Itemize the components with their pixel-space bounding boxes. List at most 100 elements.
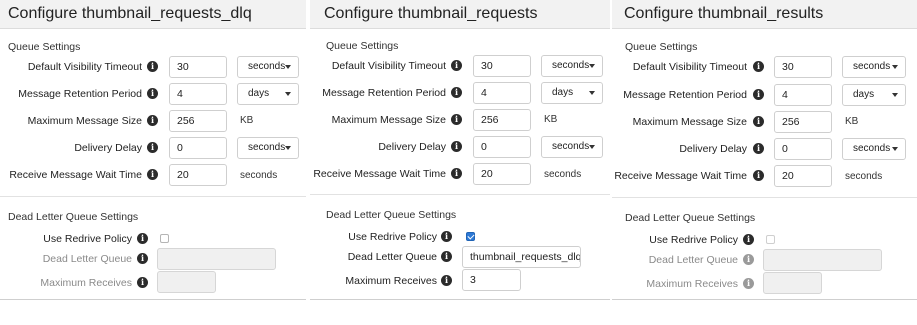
visibility-timeout-input[interactable]: 30 [774, 56, 832, 78]
select-value: seconds [853, 61, 891, 72]
info-icon[interactable]: i [743, 234, 754, 245]
visibility-timeout-unit-select[interactable]: seconds [237, 56, 299, 78]
retention-period-unit-select[interactable]: days [842, 84, 906, 106]
select-value: seconds [853, 143, 891, 154]
receive-wait-time-input[interactable]: 20 [169, 164, 227, 186]
info-icon[interactable]: i [451, 60, 462, 71]
use-redrive-policy-label: Use Redrive Policy [649, 234, 738, 246]
select-value: seconds [248, 142, 286, 153]
select-value: days [248, 88, 270, 99]
info-icon[interactable]: i [441, 251, 452, 262]
chevron-down-icon [589, 91, 595, 95]
queue-config-panel-3: Configure thumbnail_results Queue Settin… [612, 0, 917, 300]
visibility-timeout-unit-select[interactable]: seconds [541, 55, 603, 77]
info-icon[interactable]: i [147, 61, 158, 72]
info-icon[interactable]: i [441, 231, 452, 242]
queue-settings-heading: Queue Settings [625, 41, 698, 53]
panel-title-bar: Configure thumbnail_requests_dlq [0, 0, 306, 29]
info-icon[interactable]: i [147, 142, 158, 153]
info-icon[interactable]: i [753, 116, 764, 127]
panel-title: Configure thumbnail_requests_dlq [8, 5, 252, 22]
dead-letter-queue-input[interactable] [157, 248, 276, 270]
dead-letter-queue-label: Dead Letter Queue [347, 251, 437, 263]
info-icon[interactable]: i [743, 278, 754, 289]
queue-config-panel-1: Configure thumbnail_requests_dlq Queue S… [0, 0, 306, 300]
delivery-delay-unit-select[interactable]: seconds [541, 136, 603, 158]
max-message-size-label: Maximum Message Size [331, 114, 446, 126]
dlq-settings-heading: Dead Letter Queue Settings [625, 212, 756, 224]
delivery-delay-input[interactable]: 0 [774, 138, 832, 160]
info-icon[interactable]: i [753, 170, 764, 181]
info-icon[interactable]: i [147, 88, 158, 99]
receive-wait-time-input[interactable]: 20 [774, 165, 832, 187]
use-redrive-policy-checkbox[interactable] [466, 232, 475, 241]
select-value: seconds [552, 141, 590, 152]
max-message-size-unit: KB [845, 116, 859, 127]
max-message-size-unit: KB [544, 114, 558, 125]
visibility-timeout-unit-select[interactable]: seconds [842, 56, 906, 78]
delivery-delay-input[interactable]: 0 [169, 137, 227, 159]
info-icon[interactable]: i [147, 115, 158, 126]
retention-period-input[interactable]: 4 [774, 84, 832, 106]
visibility-timeout-input[interactable]: 30 [473, 55, 531, 77]
info-icon[interactable]: i [137, 277, 148, 288]
retention-period-input[interactable]: 4 [473, 82, 531, 104]
use-redrive-policy-label: Use Redrive Policy [348, 231, 437, 243]
info-icon[interactable]: i [147, 169, 158, 180]
info-icon[interactable]: i [451, 168, 462, 179]
info-icon[interactable]: i [441, 275, 452, 286]
dead-letter-queue-input[interactable] [763, 249, 882, 271]
max-receives-label: Maximum Receives [345, 275, 437, 287]
receive-wait-time-input[interactable]: 20 [473, 163, 531, 185]
select-value: seconds [248, 61, 286, 72]
dead-letter-queue-input[interactable]: thumbnail_requests_dlq [462, 246, 581, 268]
chevron-down-icon [285, 146, 291, 150]
dead-letter-queue-label: Dead Letter Queue [42, 253, 132, 265]
receive-wait-time-label: Receive Message Wait Time [614, 170, 747, 182]
delivery-delay-unit-select[interactable]: seconds [237, 137, 299, 159]
panel-title-bar: Configure thumbnail_results [612, 0, 917, 29]
info-icon[interactable]: i [753, 61, 764, 72]
info-icon[interactable]: i [451, 114, 462, 125]
retention-period-label: Message Retention Period [623, 89, 747, 101]
max-receives-input[interactable] [763, 272, 822, 294]
retention-period-unit-select[interactable]: days [541, 82, 603, 104]
panel-bottom-rule [310, 299, 610, 300]
info-icon[interactable]: i [753, 143, 764, 154]
receive-wait-time-label: Receive Message Wait Time [9, 169, 142, 181]
max-receives-input[interactable]: 3 [462, 269, 521, 291]
info-icon[interactable]: i [137, 233, 148, 244]
panel-bottom-rule [0, 299, 306, 300]
delivery-delay-label: Delivery Delay [74, 142, 142, 154]
receive-wait-time-label: Receive Message Wait Time [313, 168, 446, 180]
max-message-size-unit: KB [240, 115, 254, 126]
chevron-down-icon [589, 64, 595, 68]
max-message-size-label: Maximum Message Size [27, 115, 142, 127]
max-message-size-input[interactable]: 256 [169, 110, 227, 132]
panel-title-bar: Configure thumbnail_requests [310, 0, 610, 29]
visibility-timeout-input[interactable]: 30 [169, 56, 227, 78]
delivery-delay-unit-select[interactable]: seconds [842, 138, 906, 160]
use-redrive-policy-checkbox[interactable] [160, 234, 169, 243]
retention-period-label: Message Retention Period [18, 88, 142, 100]
visibility-timeout-label: Default Visibility Timeout [331, 60, 446, 72]
info-icon[interactable]: i [451, 141, 462, 152]
info-icon[interactable]: i [743, 254, 754, 265]
queue-settings-heading: Queue Settings [326, 40, 399, 52]
delivery-delay-label: Delivery Delay [679, 143, 747, 155]
queue-config-panel-2: Configure thumbnail_requests Queue Setti… [310, 0, 610, 300]
max-receives-input[interactable] [157, 271, 216, 293]
info-icon[interactable]: i [451, 87, 462, 98]
info-icon[interactable]: i [753, 89, 764, 100]
section-divider [0, 196, 306, 197]
retention-period-input[interactable]: 4 [169, 83, 227, 105]
retention-period-label: Message Retention Period [322, 87, 446, 99]
delivery-delay-input[interactable]: 0 [473, 136, 531, 158]
max-message-size-input[interactable]: 256 [473, 109, 531, 131]
use-redrive-policy-checkbox[interactable] [766, 235, 775, 244]
info-icon[interactable]: i [137, 253, 148, 264]
use-redrive-policy-label: Use Redrive Policy [43, 233, 132, 245]
retention-period-unit-select[interactable]: days [237, 83, 299, 105]
max-message-size-input[interactable]: 256 [774, 111, 832, 133]
receive-wait-time-unit: seconds [845, 171, 883, 182]
